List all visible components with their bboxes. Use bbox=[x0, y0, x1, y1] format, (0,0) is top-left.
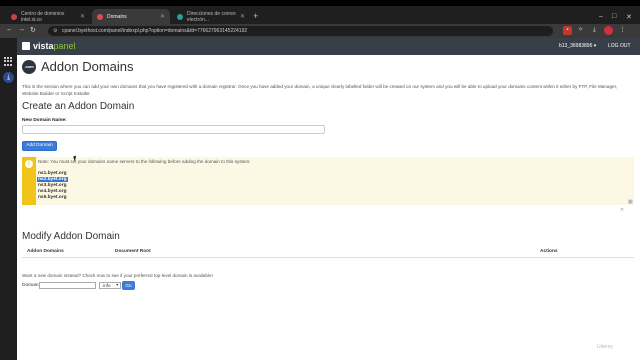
close-tab-icon[interactable]: ✕ bbox=[240, 13, 245, 20]
chevron-down-icon: ▼ bbox=[115, 283, 119, 287]
forward-arrow-icon[interactable]: → bbox=[18, 26, 25, 33]
download-manager-icon[interactable]: ⤓ bbox=[3, 72, 14, 83]
browser-menu-icon[interactable]: ⋮ bbox=[618, 26, 627, 35]
tab-favicon bbox=[97, 13, 103, 20]
tab-favicon bbox=[177, 13, 183, 20]
nameserver-item: ns4.byet.org bbox=[38, 189, 67, 194]
new-tab-button[interactable]: + bbox=[253, 11, 258, 21]
col-addon-domains: Addon Domains bbox=[27, 249, 64, 254]
new-domain-label: New Domain Name: bbox=[22, 118, 67, 123]
tld-selected-value: .info bbox=[102, 283, 111, 288]
address-bar[interactable]: ⚙ cpanel.byethost.com/panel/indexpl.php?… bbox=[48, 26, 553, 36]
extensions-puzzle-icon[interactable]: ✧ bbox=[576, 26, 585, 35]
create-addon-heading: Create an Addon Domain bbox=[22, 101, 135, 112]
intro-text: This is the section where you can add yo… bbox=[22, 84, 618, 96]
scroll-marker-icon: ✕ bbox=[620, 207, 625, 213]
back-arrow-icon[interactable]: ← bbox=[6, 26, 13, 33]
note-text: Note: You must set your domains name ser… bbox=[38, 159, 251, 164]
user-account-menu[interactable]: b13_36983896 ▾ bbox=[559, 43, 596, 49]
nameserver-note: ! Note: You must set your domains name s… bbox=[22, 157, 634, 205]
warning-icon: ! bbox=[25, 160, 33, 168]
domain-search-input[interactable] bbox=[39, 282, 96, 289]
addon-domains-table-header: Addon Domains Document Root Actions bbox=[22, 249, 634, 259]
page-title: Addon Domains bbox=[41, 59, 134, 74]
logo-text-vista: vista bbox=[33, 41, 54, 51]
browser-side-panel: ⤓ bbox=[0, 38, 17, 360]
resize-grip-icon: ▦ bbox=[628, 199, 633, 205]
download-icon[interactable]: ⤓ bbox=[590, 26, 599, 35]
tab-label: Domains bbox=[107, 13, 127, 20]
site-info-icon[interactable]: ⚙ bbox=[53, 26, 57, 36]
domain-search-label: Domain: bbox=[22, 283, 40, 288]
tab-direcciones-correo[interactable]: Direcciones de correo electrón... ✕ bbox=[172, 9, 250, 24]
nameserver-item: ns3.byet.org bbox=[38, 183, 67, 188]
close-tab-icon[interactable]: ✕ bbox=[160, 13, 165, 20]
maximize-button[interactable]: □ bbox=[612, 13, 616, 20]
tab-domains[interactable]: Domains ✕ bbox=[92, 9, 170, 24]
screen: Centro de dominios intel.si.co ✕ Domains… bbox=[0, 0, 640, 360]
col-actions: Actions bbox=[540, 249, 558, 254]
udemy-watermark: Udemy bbox=[597, 344, 613, 350]
web-page: vistapanel b13_36983896 ▾ LOG OUT .com A… bbox=[17, 38, 640, 360]
profile-avatar-icon[interactable] bbox=[604, 26, 613, 35]
vistapanel-logo[interactable]: vistapanel bbox=[22, 41, 76, 51]
browser-toolbar: ← → ↻ ⚙ cpanel.byethost.com/panel/indexp… bbox=[0, 24, 640, 38]
logo-mark-icon bbox=[22, 42, 30, 50]
tld-select[interactable]: .info ▼ bbox=[99, 282, 121, 289]
extension-icon[interactable]: ▪ bbox=[563, 26, 572, 35]
nameserver-item: ns1.byet.org bbox=[38, 171, 67, 176]
close-tab-icon[interactable]: ✕ bbox=[80, 13, 85, 20]
new-domain-input[interactable] bbox=[22, 125, 325, 134]
minimize-button[interactable]: – bbox=[599, 13, 603, 20]
domain-availability-text: Want a new domain instead? Check now to … bbox=[22, 273, 213, 278]
add-domain-button[interactable]: Add Domain bbox=[22, 141, 57, 151]
tab-centro-dominios[interactable]: Centro de dominios intel.si.co ✕ bbox=[6, 9, 90, 24]
modify-addon-heading: Modify Addon Domain bbox=[22, 231, 120, 242]
tab-label: Centro de dominios intel.si.co bbox=[21, 10, 65, 23]
tab-label: Direcciones de correo electrón... bbox=[187, 10, 236, 23]
nameserver-item: ns5.byet.org bbox=[38, 195, 67, 200]
table-divider bbox=[22, 257, 634, 258]
vistapanel-header: vistapanel b13_36983896 ▾ LOG OUT bbox=[17, 38, 640, 55]
col-document-root: Document Root bbox=[115, 249, 151, 254]
reload-icon[interactable]: ↻ bbox=[30, 26, 36, 34]
logo-text-panel: panel bbox=[53, 41, 76, 51]
go-button[interactable]: Go bbox=[122, 281, 135, 290]
url-text: cpanel.byethost.com/panel/indexpl.php?op… bbox=[62, 28, 248, 34]
logout-link[interactable]: LOG OUT bbox=[608, 43, 631, 49]
tab-favicon bbox=[11, 13, 17, 20]
browser-tab-bar: Centro de dominios intel.si.co ✕ Domains… bbox=[0, 6, 640, 24]
apps-grid-icon[interactable] bbox=[4, 57, 13, 66]
domain-com-icon: .com bbox=[22, 60, 36, 74]
close-window-button[interactable]: ✕ bbox=[626, 13, 632, 21]
nameserver-item-selected: ns2.byet.org bbox=[37, 177, 68, 182]
